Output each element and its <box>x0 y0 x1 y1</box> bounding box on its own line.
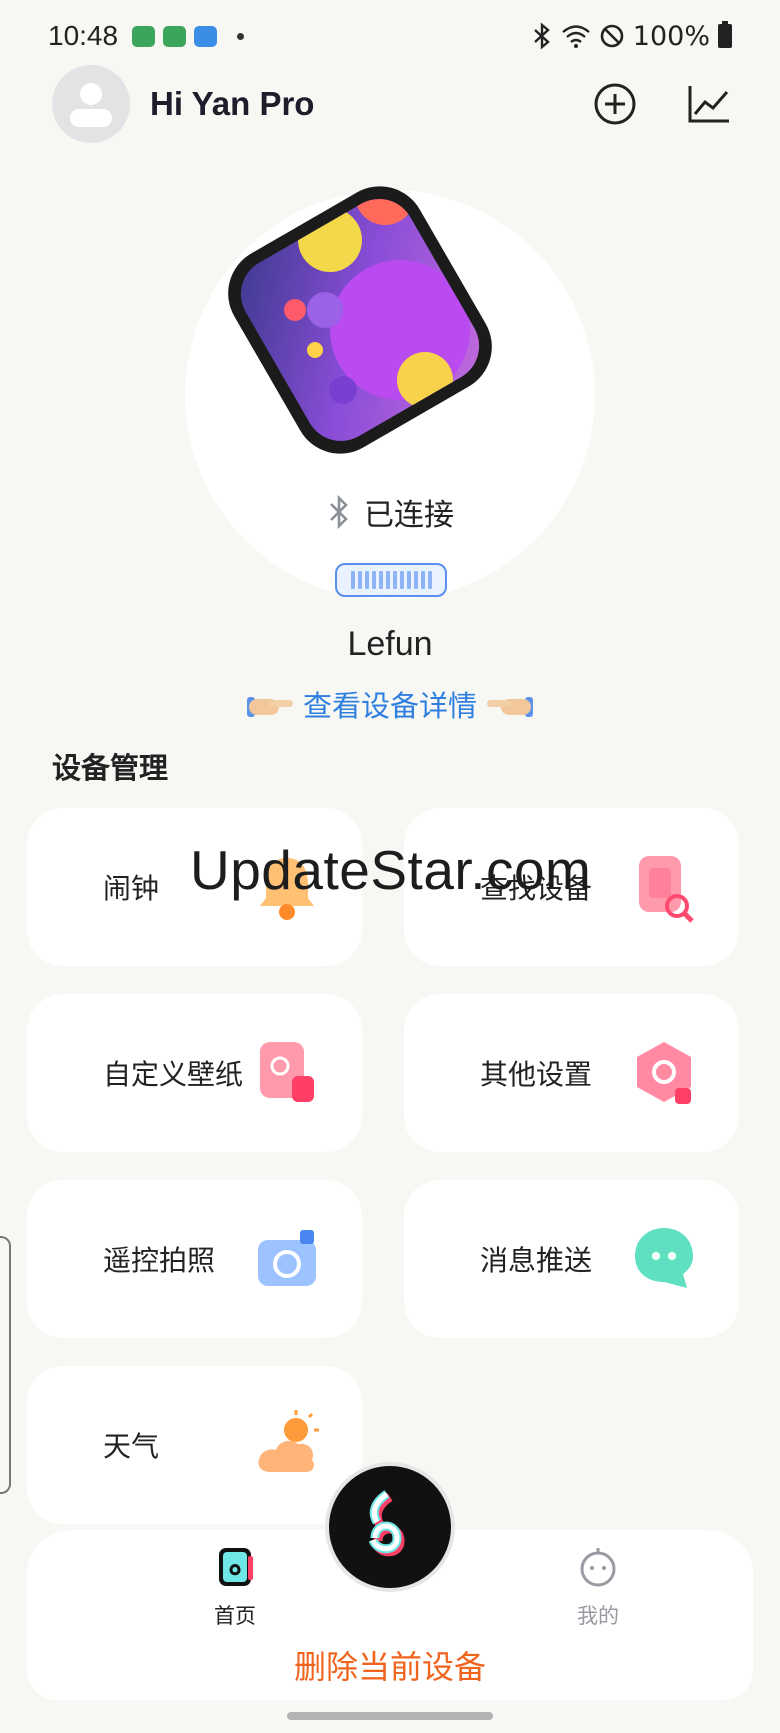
more-notifications-dot-icon <box>237 32 245 40</box>
card-label: 闹钟 <box>103 872 160 905</box>
android-app-notification-icon <box>132 25 156 47</box>
connection-status: 已连接 <box>0 490 780 534</box>
plus-circle-icon <box>594 83 636 125</box>
system-navigation-handle[interactable] <box>287 1712 493 1720</box>
card-label: 天气 <box>103 1430 160 1463</box>
tab-home[interactable]: 首页 <box>175 1546 295 1630</box>
do-not-disturb-icon <box>600 24 624 48</box>
settings-hexagon-icon <box>637 1042 691 1104</box>
bluetooth-icon <box>330 494 348 530</box>
profile-tab-icon <box>580 1548 616 1587</box>
card-message-push[interactable]: 消息推送 <box>404 1180 739 1338</box>
section-title-device-management: 设备管理 <box>52 751 169 785</box>
app-header: Hi Yan Pro <box>52 64 732 144</box>
battery-icon <box>718 21 732 48</box>
tab-mine[interactable]: 我的 <box>538 1546 658 1630</box>
user-avatar[interactable] <box>52 65 130 143</box>
battery-percent: 100% <box>632 20 710 52</box>
camera-icon <box>258 1230 316 1286</box>
android-app-notification-icon <box>163 25 187 47</box>
notification-icons <box>132 25 245 47</box>
message-bubble-icon <box>635 1228 693 1288</box>
delete-device-button[interactable]: 删除当前设备 <box>27 1630 753 1700</box>
app-logo-icon <box>368 1490 405 1557</box>
wifi-status-icon <box>562 25 590 48</box>
find-device-icon <box>639 856 694 923</box>
id-app-notification-icon <box>194 25 218 47</box>
statistics-button[interactable] <box>686 81 732 127</box>
card-custom-wallpaper[interactable]: 自定义壁纸 <box>27 994 362 1152</box>
weather-cloud-sun-icon <box>258 1410 319 1472</box>
side-panel-handle[interactable] <box>0 1236 11 1494</box>
device-name: Lefun <box>347 625 433 663</box>
card-label: 消息推送 <box>480 1244 593 1277</box>
card-weather[interactable]: 天气 <box>27 1366 362 1524</box>
center-app-button[interactable] <box>325 1462 455 1592</box>
bluetooth-status-icon <box>533 22 550 50</box>
app-title: Hi Yan Pro <box>150 85 315 122</box>
card-label: 其他设置 <box>480 1058 593 1091</box>
tab-mine-label: 我的 <box>577 1604 619 1628</box>
tab-home-label: 首页 <box>214 1604 256 1628</box>
card-other-settings[interactable]: 其他设置 <box>404 994 739 1152</box>
card-remote-camera[interactable]: 遥控拍照 <box>27 1180 362 1338</box>
home-tab-icon <box>219 1548 253 1586</box>
pointing-left-hand-icon <box>487 691 533 717</box>
smartwatch-image <box>228 185 492 454</box>
card-label: 遥控拍照 <box>103 1244 216 1277</box>
line-chart-icon <box>688 86 729 123</box>
pointing-right-hand-icon <box>246 691 293 717</box>
device-detail-label: 查看设备详情 <box>302 689 477 723</box>
device-battery-indicator <box>335 563 447 597</box>
status-time: 10:48 <box>48 20 119 51</box>
device-detail-link[interactable]: 查看设备详情 <box>0 683 780 725</box>
watermark-text: UpdateStar.com <box>190 839 592 901</box>
wallpaper-icon <box>260 1042 314 1102</box>
delete-device-label: 删除当前设备 <box>293 1648 486 1686</box>
add-device-button[interactable] <box>592 81 638 127</box>
connection-status-label: 已连接 <box>364 498 454 533</box>
card-label: 自定义壁纸 <box>103 1058 244 1091</box>
status-bar: 10:48 100% <box>0 0 780 72</box>
